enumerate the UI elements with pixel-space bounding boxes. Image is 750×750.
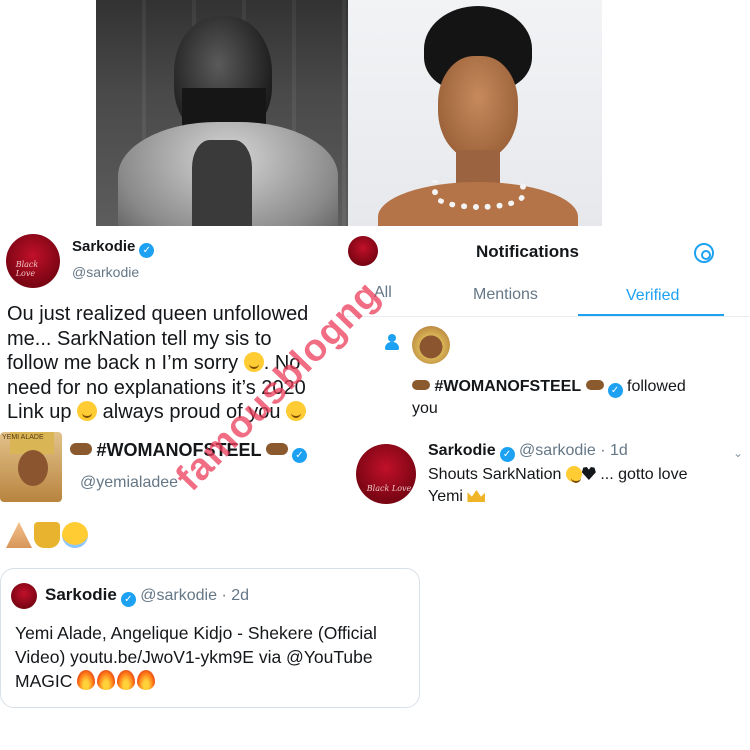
verified-badge-icon: ✓ — [120, 592, 136, 607]
fire-icon — [77, 670, 96, 690]
reply-age: · 1d — [600, 442, 628, 459]
smiling-face-icon — [243, 352, 264, 372]
tabs-divider — [346, 316, 750, 317]
quoted-tweet-age: · 2d — [221, 587, 250, 604]
fist-bump-icon — [412, 380, 430, 390]
reply-author-avatar[interactable]: Black Love — [356, 444, 416, 504]
quoted-author-name[interactable]: Sarkodie — [45, 585, 117, 604]
black-heart-icon — [581, 467, 596, 480]
sarkodie-avatar[interactable]: Black Love — [6, 234, 60, 288]
tweet-line: follow me back n I’m sorry — [7, 352, 239, 374]
winking-face-icon — [77, 401, 98, 421]
follow-object: you — [412, 400, 438, 417]
emoji-reaction-row — [6, 522, 90, 553]
verified-badge-icon: ✓ — [607, 383, 623, 398]
follow-person-icon — [384, 334, 400, 350]
quoted-author-row: Sarkodie ✓ @sarkodie · 2d — [45, 585, 249, 607]
fist-bump-icon — [585, 380, 604, 390]
reply-body: Shouts SarkNation ... gotto love Yemi — [428, 464, 738, 508]
follow-action: followed — [627, 378, 686, 395]
avatar-caption: Black Love — [366, 484, 412, 494]
fire-icon — [117, 670, 136, 690]
quoted-author-avatar[interactable] — [11, 583, 37, 609]
halo-face-icon — [62, 522, 88, 548]
follow-notification[interactable]: #WOMANOFSTEEL ✓ followed you — [412, 376, 742, 420]
verified-badge-icon: ✓ — [139, 243, 155, 258]
author-name: Sarkodie — [72, 238, 136, 255]
reply-author-handle[interactable]: @sarkodie — [519, 442, 596, 459]
quoted-tweet-body: Yemi Alade, Angelique Kidjo - Shekere (O… — [15, 621, 415, 693]
author-handle[interactable]: @sarkodie — [72, 264, 139, 280]
follower-name: #WOMANOFSTEEL — [434, 378, 582, 395]
page-title: Notifications — [476, 242, 579, 261]
settings-gear-icon[interactable] — [694, 243, 714, 263]
quoted-line: Video) youtu.be/JwoV1-ykm9E via @YouTube — [15, 647, 373, 667]
follower-avatar[interactable] — [412, 326, 450, 364]
quoted-author-handle[interactable]: @sarkodie — [140, 587, 217, 604]
verified-badge-icon: ✓ — [291, 448, 307, 463]
account-avatar[interactable] — [348, 236, 378, 266]
verified-badge-icon: ✓ — [499, 447, 515, 462]
reply-line: Yemi — [428, 488, 463, 505]
tab-mentions[interactable]: Mentions — [473, 286, 538, 304]
praying-hands-icon — [6, 522, 32, 548]
tweet-line: Ou just realized queen unfollowed — [7, 303, 309, 325]
fist-bump-icon — [70, 443, 92, 455]
fire-icon — [137, 670, 156, 690]
avatar-caption: Black Love — [15, 260, 39, 279]
reply-line: Shouts SarkNation — [428, 466, 562, 483]
fire-icon — [97, 670, 116, 690]
reply-author-name[interactable]: Sarkodie — [428, 442, 496, 459]
yemi-handle[interactable]: @yemialadee — [80, 474, 178, 492]
sarkodie-photo — [96, 0, 348, 232]
tab-verified[interactable]: Verified — [626, 287, 679, 305]
yemi-profile-avatar[interactable]: YEMI ALADE — [0, 432, 62, 502]
quoted-tweet-card[interactable]: Sarkodie ✓ @sarkodie · 2d Yemi Alade, Ang… — [0, 568, 420, 708]
crown-icon — [467, 490, 486, 502]
avatar-label: YEMI ALADE — [2, 434, 44, 441]
quoted-line: MAGIC — [15, 671, 73, 691]
quoted-line: Yemi Alade, Angelique Kidjo - Shekere (O… — [15, 623, 377, 643]
reply-line: ... gotto love — [600, 466, 688, 483]
tweet-line: Link up — [7, 401, 72, 423]
smiling-face-icon — [565, 466, 582, 483]
trophy-icon — [34, 522, 60, 548]
fist-bump-icon — [265, 443, 288, 455]
yemi-alade-photo — [348, 0, 602, 232]
reply-header: Sarkodie ✓ @sarkodie · 1d — [428, 442, 628, 462]
chevron-down-icon[interactable]: ⌄ — [733, 446, 743, 460]
tweet-author[interactable]: Sarkodie ✓ — [72, 238, 155, 258]
